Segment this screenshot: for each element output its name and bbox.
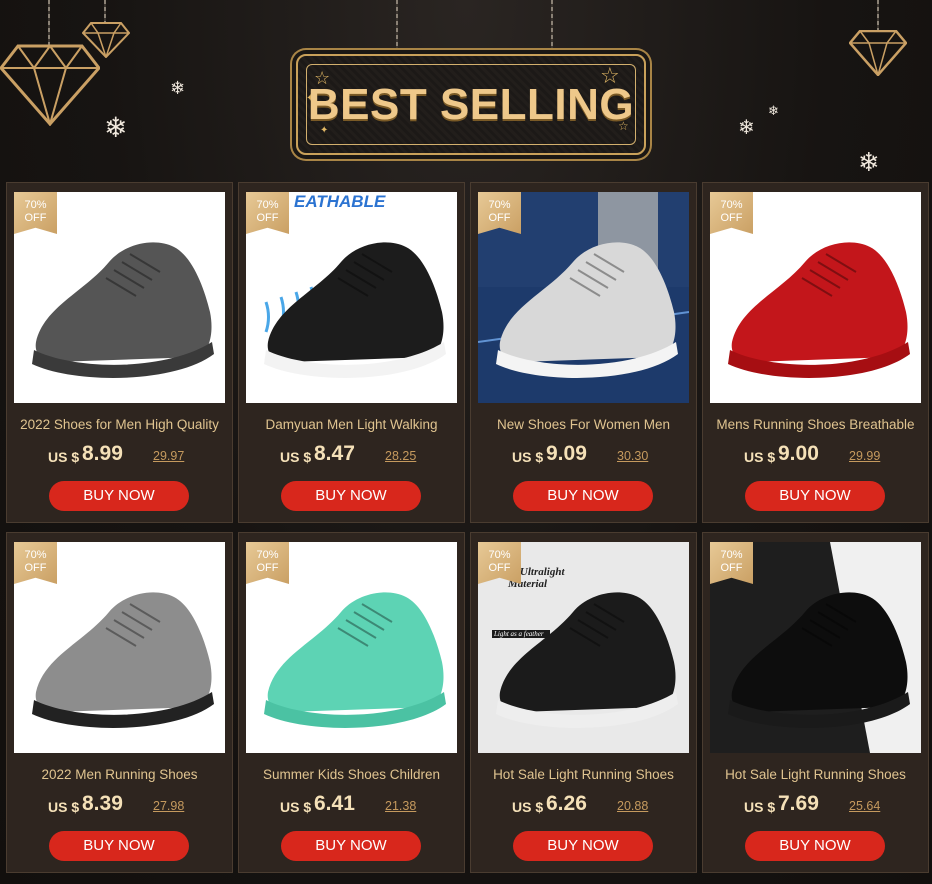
original-price: 30.30 xyxy=(617,449,649,463)
product-image[interactable]: 70% OFF xyxy=(246,542,457,753)
product-card[interactable]: 70% OFF Summer Kids Shoes Children US $ … xyxy=(238,532,465,873)
sale-price: 7.69 xyxy=(778,792,819,815)
hanging-chain xyxy=(877,0,879,32)
buy-now-button[interactable]: BUY NOW xyxy=(281,481,421,511)
buy-now-button[interactable]: BUY NOW xyxy=(49,831,189,861)
original-price: 27.98 xyxy=(153,799,185,813)
product-image[interactable]: 70% OFF xyxy=(14,542,225,753)
hanging-chain xyxy=(551,0,553,52)
product-card[interactable]: EATHABLE 70% OFF Damyuan Men Light Walki… xyxy=(238,182,465,523)
price-row: US $ 7.69 25.64 xyxy=(703,791,928,819)
snowflake-icon: ❄ xyxy=(858,148,880,178)
product-card[interactable]: 70% OFF New Shoes For Women Men US $ 9.0… xyxy=(470,182,697,523)
currency-label: US $ xyxy=(512,449,544,465)
buy-now-button[interactable]: BUY NOW xyxy=(513,481,653,511)
buy-now-button[interactable]: BUY NOW xyxy=(745,481,885,511)
price-row: US $ 8.99 29.97 xyxy=(7,441,232,469)
currency-label: US $ xyxy=(280,449,312,465)
sale-price: 8.39 xyxy=(82,792,123,815)
buy-now-button[interactable]: BUY NOW xyxy=(49,481,189,511)
currency-label: US $ xyxy=(280,799,312,815)
price-row: US $ 6.41 21.38 xyxy=(239,791,464,819)
original-price: 29.99 xyxy=(849,449,881,463)
snowflake-icon: ❄ xyxy=(768,104,779,119)
hanging-chain xyxy=(104,0,106,24)
sale-price: 9.09 xyxy=(546,442,587,465)
diamond-ornament-icon xyxy=(849,30,907,76)
price-row: US $ 8.47 28.25 xyxy=(239,441,464,469)
product-image[interactable]: 70% OFF xyxy=(710,542,921,753)
product-title[interactable]: New Shoes For Women Men xyxy=(471,417,696,432)
product-image[interactable]: 70% OFF xyxy=(478,192,689,403)
banner-title: BEST SELLING xyxy=(307,80,635,129)
currency-label: US $ xyxy=(744,449,776,465)
hanging-chain xyxy=(48,0,50,48)
discount-badge: 70% OFF xyxy=(710,192,753,234)
sale-price: 8.99 xyxy=(82,442,123,465)
product-title[interactable]: Summer Kids Shoes Children xyxy=(239,767,464,782)
buy-now-button[interactable]: BUY NOW xyxy=(745,831,885,861)
product-title[interactable]: 2022 Shoes for Men High Quality xyxy=(7,417,232,432)
original-price: 21.38 xyxy=(385,799,417,813)
product-card[interactable]: 70% OFF Hot Sale Light Running Shoes US … xyxy=(702,532,929,873)
price-row: US $ 8.39 27.98 xyxy=(7,791,232,819)
snowflake-icon: ❄ xyxy=(104,111,128,144)
original-price: 29.97 xyxy=(153,449,185,463)
discount-badge: 70% OFF xyxy=(14,192,57,234)
product-title[interactable]: Damyuan Men Light Walking xyxy=(239,417,464,432)
product-image[interactable]: 70% OFF xyxy=(710,192,921,403)
best-selling-banner: ☆ ✦ ☆ ☆ ✦ BEST SELLING xyxy=(296,54,646,155)
original-price: 28.25 xyxy=(385,449,417,463)
original-price: 25.64 xyxy=(849,799,881,813)
product-title[interactable]: Hot Sale Light Running Shoes xyxy=(703,767,928,782)
product-card[interactable]: 70% OFF Mens Running Shoes Breathable US… xyxy=(702,182,929,523)
currency-label: US $ xyxy=(744,799,776,815)
price-row: US $ 9.00 29.99 xyxy=(703,441,928,469)
price-row: US $ 9.09 30.30 xyxy=(471,441,696,469)
hanging-chain xyxy=(396,0,398,52)
sale-price: 6.26 xyxy=(546,792,587,815)
product-image[interactable]: EATHABLE 70% OFF xyxy=(246,192,457,403)
diamond-ornament-icon xyxy=(82,22,130,58)
sale-price: 9.00 xyxy=(778,442,819,465)
discount-badge: 70% OFF xyxy=(478,192,521,234)
currency-label: US $ xyxy=(48,799,80,815)
sale-price: 6.41 xyxy=(314,792,355,815)
product-title[interactable]: Mens Running Shoes Breathable xyxy=(703,417,928,432)
product-card[interactable]: 70% OFF 2022 Men Running Shoes US $ 8.39… xyxy=(6,532,233,873)
sale-price: 8.47 xyxy=(314,442,355,465)
snowflake-icon: ❄ xyxy=(170,78,186,99)
currency-label: US $ xyxy=(512,799,544,815)
buy-now-button[interactable]: BUY NOW xyxy=(281,831,421,861)
product-title[interactable]: 2022 Men Running Shoes xyxy=(7,767,232,782)
product-card[interactable]: er Ultralight Material Light as a feather… xyxy=(470,532,697,873)
snowflake-icon: ❄ xyxy=(738,115,755,139)
image-caption: EATHABLE xyxy=(294,192,386,211)
price-row: US $ 6.26 20.88 xyxy=(471,791,696,819)
image-tag: Light as a feather xyxy=(494,630,544,638)
currency-label: US $ xyxy=(48,449,80,465)
buy-now-button[interactable]: BUY NOW xyxy=(513,831,653,861)
product-image[interactable]: er Ultralight Material Light as a feather… xyxy=(478,542,689,753)
product-image[interactable]: 70% OFF xyxy=(14,192,225,403)
promo-page: ❄ ❄ ❄ ❄ ❄ ☆ ✦ ☆ ☆ ✦ BEST SELLING 70% OFF xyxy=(0,0,932,884)
discount-badge: 70% OFF xyxy=(246,192,289,234)
original-price: 20.88 xyxy=(617,799,649,813)
product-title[interactable]: Hot Sale Light Running Shoes xyxy=(471,767,696,782)
product-card[interactable]: 70% OFF 2022 Shoes for Men High Quality … xyxy=(6,182,233,523)
